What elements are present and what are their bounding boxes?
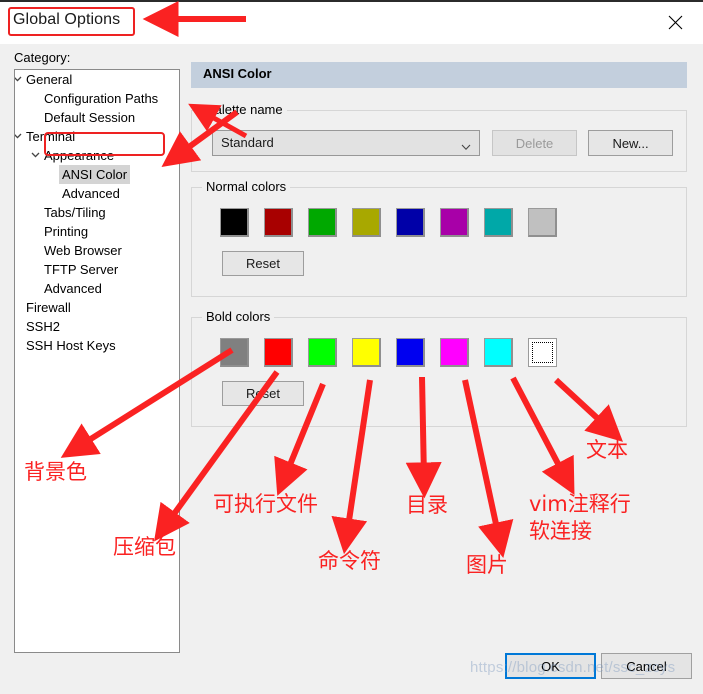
palette-name-value: Standard xyxy=(221,135,274,150)
cancel-button-label: Cancel xyxy=(626,658,667,674)
swatch-normal-magenta[interactable] xyxy=(440,208,469,237)
chevron-down-icon[interactable] xyxy=(15,127,25,146)
swatch-normal-cyan[interactable] xyxy=(484,208,513,237)
swatch-bold-green[interactable] xyxy=(308,338,337,367)
tree-item-advanced[interactable]: Advanced xyxy=(15,279,179,298)
tree-item-label: Firewall xyxy=(26,300,71,315)
swatch-bold-cyan[interactable] xyxy=(484,338,513,367)
tree-item-label: ANSI Color xyxy=(59,165,131,184)
tree-item-general[interactable]: General xyxy=(15,70,179,89)
tree-item-advanced[interactable]: Advanced xyxy=(15,184,179,203)
tree-item-printing[interactable]: Printing xyxy=(15,222,179,241)
tree-item-label: Printing xyxy=(44,224,89,239)
annotation-command-prompt: 命令符 xyxy=(318,549,381,573)
swatch-bold-magenta[interactable] xyxy=(440,338,469,367)
palette-name-group: Palette name Standard Delete New... xyxy=(191,102,687,172)
swatch-normal-blue[interactable] xyxy=(396,208,425,237)
pane-title: ANSI Color xyxy=(203,66,272,81)
title-bar: Global Options xyxy=(0,0,703,46)
swatch-bold-black[interactable] xyxy=(220,338,249,367)
delete-palette-label: Delete xyxy=(515,135,554,151)
category-label-text: Category: xyxy=(14,50,71,65)
tree-item-terminal[interactable]: Terminal xyxy=(15,127,179,146)
category-tree[interactable]: General Configuration Paths Default Sessio… xyxy=(14,69,180,653)
bold-colors-group: Bold colors Reset xyxy=(191,309,687,427)
focus-outline xyxy=(532,342,553,363)
window-title: Global Options xyxy=(13,11,121,28)
category-label: Category: xyxy=(14,50,70,65)
chevron-down-icon xyxy=(461,139,471,150)
tree-item-tabs-tiling[interactable]: Tabs/Tiling xyxy=(15,203,179,222)
chevron-down-icon[interactable] xyxy=(15,70,25,89)
tree-item-default-session[interactable]: Default Session xyxy=(15,108,179,127)
delete-palette-button[interactable]: Delete xyxy=(492,130,577,156)
tree-item-label: Terminal xyxy=(26,129,76,144)
tree-item-label: General xyxy=(26,72,73,87)
dialog-body: Category: General Configuration Paths Defa… xyxy=(0,44,703,694)
annotation-archive: 压缩包 xyxy=(113,535,176,559)
annotation-executable-file: 可执行文件 xyxy=(213,492,318,516)
tree-item-ssh2[interactable]: SSH2 xyxy=(15,317,179,336)
settings-pane: ANSI Color Palette name Standard Delete xyxy=(191,62,687,653)
tree-item-appearance[interactable]: Appearance xyxy=(15,146,179,165)
tree-item-label: TFTP Server xyxy=(44,262,119,277)
tree-item-label: Default Session xyxy=(44,110,136,125)
normal-colors-legend: Normal colors xyxy=(202,179,291,194)
ok-button[interactable]: OK xyxy=(505,653,596,679)
tree-item-ansi-color[interactable]: ANSI Color xyxy=(15,165,179,184)
tree-item-label: Tabs/Tiling xyxy=(44,205,106,220)
pane-header: ANSI Color xyxy=(191,62,687,88)
tree-item-label: SSH2 xyxy=(26,319,60,334)
tree-item-label: Advanced xyxy=(44,281,102,296)
chevron-down-icon[interactable] xyxy=(27,146,43,165)
annotation-image: 图片 xyxy=(466,553,508,577)
tree-item-configuration-paths[interactable]: Configuration Paths xyxy=(15,89,179,108)
bold-colors-swatch-row xyxy=(220,338,557,367)
tree-item-label: Appearance xyxy=(44,148,115,163)
swatch-normal-green[interactable] xyxy=(308,208,337,237)
swatch-bold-red[interactable] xyxy=(264,338,293,367)
tree-item-label: Configuration Paths xyxy=(44,91,159,106)
reset-bold-colors-button[interactable]: Reset xyxy=(222,381,304,406)
tree-item-web-browser[interactable]: Web Browser xyxy=(15,241,179,260)
reset-bold-colors-label: Reset xyxy=(246,386,280,401)
swatch-bold-yellow[interactable] xyxy=(352,338,381,367)
palette-name-select[interactable]: Standard xyxy=(212,130,480,156)
tree-item-tftp-server[interactable]: TFTP Server xyxy=(15,260,179,279)
swatch-normal-yellow[interactable] xyxy=(352,208,381,237)
cancel-button[interactable]: Cancel xyxy=(601,653,692,679)
annotation-vim-comment-line: vim注释行 xyxy=(529,492,631,516)
tree-item-firewall[interactable]: Firewall xyxy=(15,298,179,317)
annotation-symlink: 软连接 xyxy=(529,519,592,543)
normal-colors-group: Normal colors Reset xyxy=(191,179,687,297)
bold-colors-legend: Bold colors xyxy=(202,309,275,324)
annotation-background-color: 背景色 xyxy=(24,460,87,484)
global-options-dialog: Global Options Category: General Configur… xyxy=(0,0,703,694)
annotation-directory: 目录 xyxy=(406,493,448,517)
swatch-bold-white[interactable] xyxy=(528,338,557,367)
swatch-normal-red[interactable] xyxy=(264,208,293,237)
new-palette-label: New... xyxy=(612,135,649,151)
reset-normal-colors-button[interactable]: Reset xyxy=(222,251,304,276)
tree-item-label: SSH Host Keys xyxy=(26,338,116,353)
palette-name-legend: Palette name xyxy=(202,102,287,117)
annotation-text: 文本 xyxy=(586,438,628,462)
ok-button-label: OK xyxy=(541,658,560,674)
new-palette-button[interactable]: New... xyxy=(588,130,673,156)
reset-normal-colors-label: Reset xyxy=(246,256,280,271)
swatch-normal-white[interactable] xyxy=(528,208,557,237)
tree-item-ssh-host-keys[interactable]: SSH Host Keys xyxy=(15,336,179,355)
swatch-normal-black[interactable] xyxy=(220,208,249,237)
tree-item-label: Web Browser xyxy=(44,243,122,258)
tree-item-label: Advanced xyxy=(62,186,120,201)
close-icon[interactable] xyxy=(655,6,695,38)
normal-colors-swatch-row xyxy=(220,208,557,237)
swatch-bold-blue[interactable] xyxy=(396,338,425,367)
